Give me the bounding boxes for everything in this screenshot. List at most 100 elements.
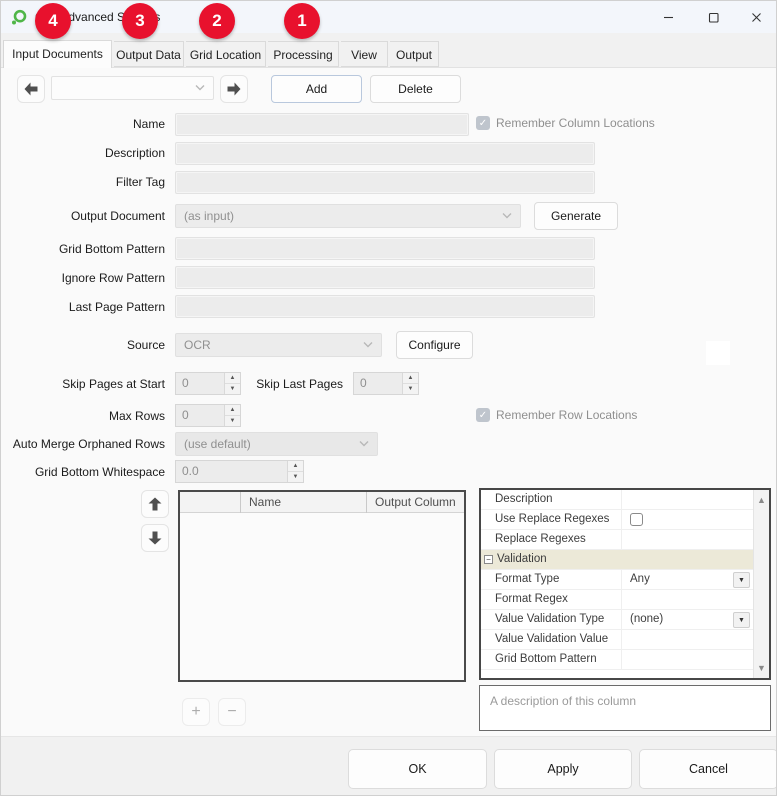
description-input[interactable] — [175, 142, 595, 165]
columns-table-header: NameOutput Column — [180, 492, 464, 513]
auto-merge-combobox[interactable]: (use default) — [175, 432, 378, 456]
tab-input-documents[interactable]: Input Documents — [3, 40, 112, 68]
ignore-row-pattern-label: Ignore Row Pattern — [62, 271, 165, 285]
source-value: OCR — [184, 338, 211, 352]
tab-processing[interactable]: Processing — [268, 41, 339, 67]
add-column-button[interactable]: + — [182, 698, 210, 726]
chevron-down-icon — [359, 440, 369, 447]
add-button[interactable]: Add — [271, 75, 362, 103]
property-row-validation[interactable]: −Validation — [481, 550, 753, 570]
tab-output-data[interactable]: Output Data — [114, 41, 184, 67]
property-grid-rows: Description Use Replace Regexes Replace Re… — [481, 490, 753, 670]
spinner-up-icon[interactable]: ▲ — [225, 405, 240, 416]
skip-pages-stepper[interactable]: 0 ▲▼ — [175, 372, 241, 395]
tab-output[interactable]: Output — [390, 41, 439, 67]
cancel-button[interactable]: Cancel — [639, 749, 777, 789]
filter-tag-input[interactable] — [175, 171, 595, 194]
skip-last-pages-stepper[interactable]: 0 ▲▼ — [353, 372, 419, 395]
configure-button[interactable]: Configure — [396, 331, 473, 359]
name-label: Name — [133, 117, 165, 131]
move-column-up-button[interactable] — [141, 490, 169, 518]
spinner-down-icon[interactable]: ▼ — [225, 416, 240, 427]
grid-bottom-whitespace-label: Grid Bottom Whitespace — [35, 465, 165, 479]
property-value-cell[interactable] — [621, 650, 753, 669]
auto-merge-value: (use default) — [184, 437, 251, 451]
property-label: Format Type — [495, 573, 619, 585]
property-row-use-replace-regexes[interactable]: Use Replace Regexes — [481, 510, 753, 530]
property-row-replace-regexes[interactable]: Replace Regexes — [481, 530, 753, 550]
move-column-down-button[interactable] — [141, 524, 169, 552]
source-label: Source — [127, 338, 165, 352]
skip-last-pages-label: Skip Last Pages — [256, 377, 343, 391]
grid-bottom-whitespace-value: 0.0 — [182, 464, 199, 478]
columns-table[interactable]: NameOutput Column — [178, 490, 466, 682]
property-grid-scrollbar[interactable]: ▲ ▼ — [753, 490, 769, 678]
remember-rows-checkbox[interactable]: ✓ — [476, 408, 490, 422]
property-row-format-regex[interactable]: Format Regex — [481, 590, 753, 610]
tab-grid-location[interactable]: Grid Location — [186, 41, 266, 67]
property-label: Format Regex — [495, 593, 619, 605]
column-header-name[interactable]: Name — [241, 492, 367, 513]
property-value-cell[interactable]: Any▼ — [621, 570, 753, 589]
spinner-down-icon[interactable]: ▼ — [225, 384, 240, 395]
property-row-value-validation-value[interactable]: Value Validation Value — [481, 630, 753, 650]
output-document-value: (as input) — [184, 209, 234, 223]
last-page-pattern-input[interactable] — [175, 295, 595, 318]
check-icon: ✓ — [479, 410, 487, 421]
document-selector-combobox[interactable] — [51, 76, 214, 100]
property-label: Replace Regexes — [495, 533, 619, 545]
column-header-blank[interactable] — [180, 492, 241, 513]
source-combobox[interactable]: OCR — [175, 333, 382, 357]
minimize-button[interactable] — [646, 1, 690, 33]
property-row-format-type[interactable]: Format TypeAny▼ — [481, 570, 753, 590]
white-overlay-square — [706, 341, 730, 365]
spinner-down-icon[interactable]: ▼ — [288, 472, 303, 483]
tab-view[interactable]: View — [341, 41, 388, 67]
next-document-button[interactable] — [220, 75, 248, 103]
property-value-cell[interactable] — [621, 590, 753, 609]
property-label: Value Validation Value — [495, 633, 619, 645]
column-header-output-column[interactable]: Output Column — [367, 492, 464, 513]
property-value-cell[interactable]: (none)▼ — [621, 610, 753, 629]
footer-bar: OK Apply Cancel — [1, 736, 777, 796]
dropdown-button[interactable]: ▼ — [733, 572, 750, 588]
generate-button[interactable]: Generate — [534, 202, 618, 230]
property-checkbox[interactable] — [630, 513, 643, 526]
check-icon: ✓ — [479, 118, 487, 129]
previous-document-button[interactable] — [17, 75, 45, 103]
ok-button[interactable]: OK — [348, 749, 487, 789]
grid-bottom-pattern-input[interactable] — [175, 237, 595, 260]
spinner-up-icon[interactable]: ▲ — [288, 461, 303, 472]
property-row-description[interactable]: Description — [481, 490, 753, 510]
property-value-cell[interactable] — [621, 490, 753, 509]
scroll-up-icon[interactable]: ▲ — [754, 492, 769, 508]
remove-column-button[interactable]: − — [218, 698, 246, 726]
spinner-down-icon[interactable]: ▼ — [403, 384, 418, 395]
arrow-up-icon — [147, 496, 163, 512]
collapse-icon[interactable]: − — [484, 555, 493, 564]
remember-columns-checkbox[interactable]: ✓ — [476, 116, 490, 130]
column-description-input[interactable]: A description of this column — [479, 685, 771, 731]
max-rows-stepper[interactable]: 0 ▲▼ — [175, 404, 241, 427]
grid-bottom-whitespace-stepper[interactable]: 0.0 ▲▼ — [175, 460, 304, 483]
remember-rows-label: Remember Row Locations — [496, 408, 637, 422]
apply-button[interactable]: Apply — [494, 749, 632, 789]
output-document-combobox[interactable]: (as input) — [175, 204, 521, 228]
close-button[interactable] — [734, 1, 777, 33]
property-row-grid-bottom-pattern[interactable]: Grid Bottom Pattern — [481, 650, 753, 670]
property-value-cell[interactable] — [621, 630, 753, 649]
scroll-down-icon[interactable]: ▼ — [754, 660, 769, 676]
dropdown-button[interactable]: ▼ — [733, 612, 750, 628]
annotation-badge-4: 4 — [35, 3, 71, 39]
max-rows-label: Max Rows — [109, 409, 165, 423]
delete-button[interactable]: Delete — [370, 75, 461, 103]
property-value-cell[interactable] — [621, 510, 753, 529]
spinner-up-icon[interactable]: ▲ — [403, 373, 418, 384]
property-row-value-validation-type[interactable]: Value Validation Type(none)▼ — [481, 610, 753, 630]
property-value-cell[interactable] — [621, 530, 753, 549]
spinner-up-icon[interactable]: ▲ — [225, 373, 240, 384]
maximize-button[interactable] — [691, 1, 735, 33]
name-input[interactable] — [175, 113, 469, 136]
property-label: Use Replace Regexes — [495, 513, 619, 525]
ignore-row-pattern-input[interactable] — [175, 266, 595, 289]
